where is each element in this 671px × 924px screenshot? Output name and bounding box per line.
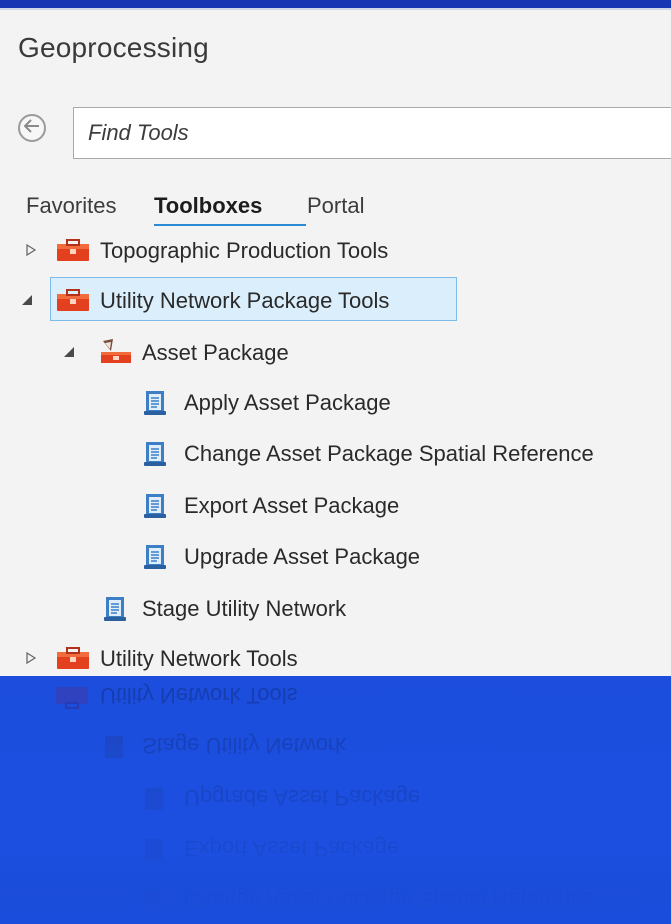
- tree-item-label: Utility Network Tools: [100, 646, 298, 671]
- tree-item-label: Utility Network Package Tools: [100, 288, 390, 313]
- tree-item-change-asset-package-spatial-reference[interactable]: Change Asset Package Spatial Reference: [0, 433, 671, 473]
- back-arrow-icon: [23, 118, 40, 138]
- toolbox-icon: [55, 286, 91, 314]
- tree-item-utility-network-package-tools[interactable]: Utility Network Package Tools: [0, 280, 671, 320]
- script-tool-icon: [140, 542, 170, 572]
- tree-item-topographic-production-tools[interactable]: Topographic Production Tools: [0, 230, 671, 270]
- tree-item-label: Export Asset Package: [184, 493, 400, 518]
- back-button[interactable]: [18, 114, 46, 142]
- geoprocessing-pane: Geoprocessing Favorites Toolboxes Portal: [0, 8, 671, 676]
- toolbox-icon: [55, 644, 91, 672]
- tree-item-label: Change Asset Package Spatial Reference: [184, 441, 594, 466]
- window-top-border: [0, 0, 671, 8]
- toolbox-tree: Topographic Production Tools Utility Net…: [0, 230, 671, 680]
- panel-reflection: Utility Network Tools Stage Utility Netw…: [0, 676, 671, 924]
- slide-stage: Geoprocessing Favorites Toolboxes Portal: [0, 0, 671, 924]
- tree-item-label: Upgrade Asset Package: [184, 544, 421, 569]
- pane-title: Geoprocessing: [18, 32, 209, 63]
- script-tool-icon: [100, 594, 130, 624]
- tree-item-label: Topographic Production Tools: [100, 238, 389, 263]
- reflection-fade: [0, 676, 671, 924]
- script-tool-icon: [140, 491, 170, 521]
- collapse-arrow-icon[interactable]: [20, 293, 34, 307]
- tab-toolboxes[interactable]: Toolboxes: [154, 193, 262, 219]
- tree-item-label: Stage Utility Network: [142, 596, 347, 621]
- tree-item-stage-utility-network[interactable]: Stage Utility Network: [0, 588, 671, 628]
- toolbox-icon: [55, 236, 91, 264]
- tree-item-utility-network-tools[interactable]: Utility Network Tools: [0, 638, 671, 678]
- script-tool-icon: [140, 439, 170, 469]
- find-tools-search[interactable]: [73, 107, 671, 159]
- script-tool-icon: [140, 388, 170, 418]
- expand-arrow-icon[interactable]: [24, 651, 38, 665]
- collapse-arrow-icon[interactable]: [62, 345, 76, 359]
- toolset-icon: [98, 336, 134, 366]
- tree-item-label: Asset Package: [142, 340, 289, 365]
- find-tools-input[interactable]: [74, 108, 671, 158]
- active-tab-indicator: [154, 224, 306, 226]
- tab-favorites[interactable]: Favorites: [26, 193, 116, 219]
- tree-item-label: Apply Asset Package: [184, 390, 391, 415]
- tree-item-apply-asset-package[interactable]: Apply Asset Package: [0, 382, 671, 422]
- tab-portal[interactable]: Portal: [307, 193, 364, 219]
- tree-item-asset-package[interactable]: Asset Package: [0, 332, 671, 372]
- tree-item-export-asset-package[interactable]: Export Asset Package: [0, 485, 671, 525]
- expand-arrow-icon[interactable]: [24, 243, 38, 257]
- tree-item-upgrade-asset-package[interactable]: Upgrade Asset Package: [0, 536, 671, 576]
